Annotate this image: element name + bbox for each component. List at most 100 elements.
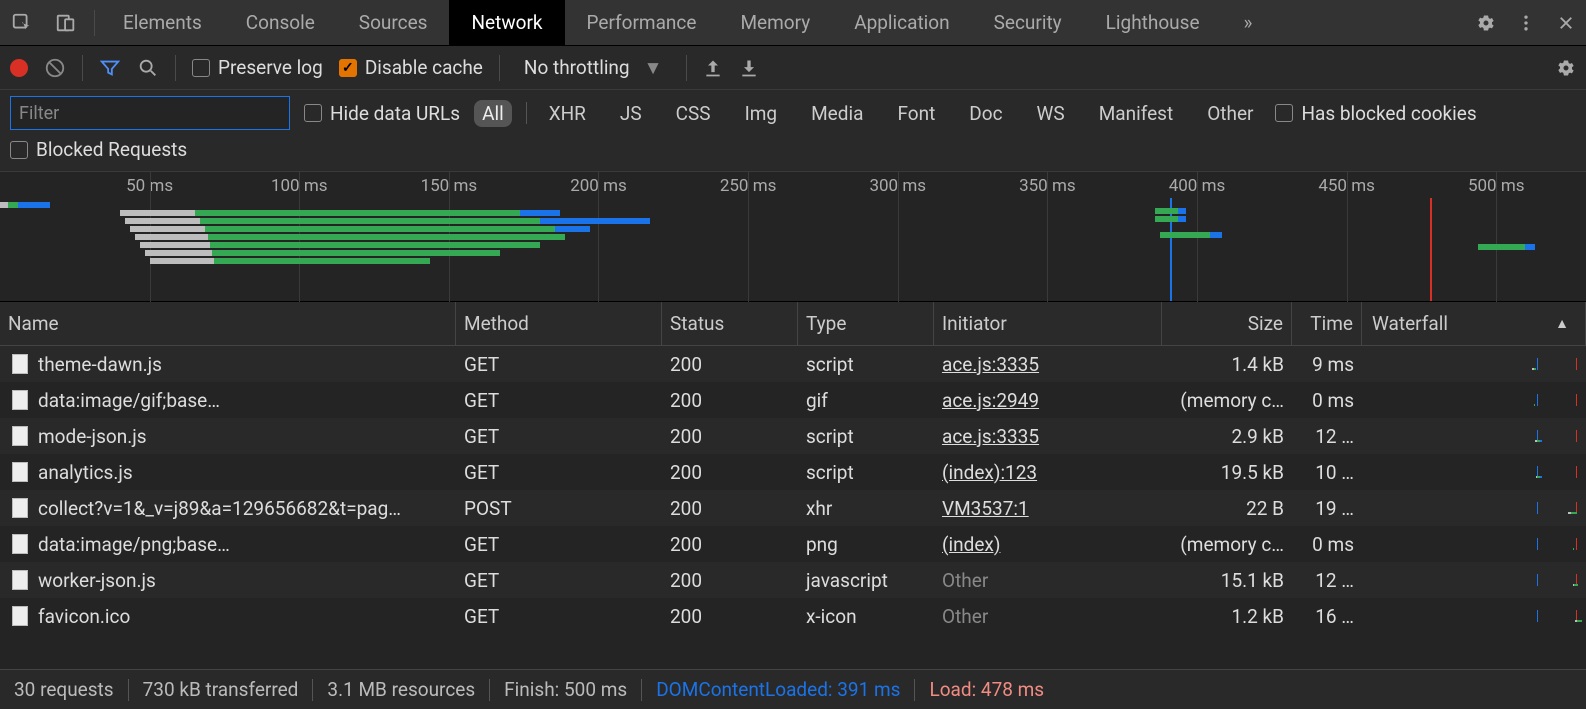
- column-name[interactable]: Name: [0, 302, 456, 345]
- hide-data-urls-checkbox[interactable]: Hide data URLs: [304, 102, 460, 125]
- panel-tab-performance[interactable]: Performance: [565, 0, 719, 45]
- timeline-overview[interactable]: 50 ms100 ms150 ms200 ms250 ms300 ms350 m…: [0, 172, 1586, 302]
- inspect-element-icon[interactable]: [0, 0, 44, 45]
- request-initiator[interactable]: ace.js:2949: [942, 389, 1039, 412]
- request-type: javascript: [798, 563, 934, 598]
- panel-tab-security[interactable]: Security: [972, 0, 1084, 45]
- separator: [94, 10, 95, 36]
- request-size: 2.9 kB: [1162, 419, 1292, 454]
- separator: [128, 679, 129, 701]
- sort-ascending-icon: ▲: [1555, 315, 1569, 332]
- file-icon: [12, 462, 28, 482]
- clear-button[interactable]: [44, 57, 66, 79]
- file-icon: [12, 354, 28, 374]
- request-name: data:image/gif;base…: [38, 389, 220, 412]
- request-type: script: [798, 347, 934, 382]
- column-type[interactable]: Type: [798, 302, 934, 345]
- column-status[interactable]: Status: [662, 302, 798, 345]
- throttling-select[interactable]: No throttling ▼: [516, 56, 671, 80]
- table-row[interactable]: theme-dawn.jsGET200scriptace.js:33351.4 …: [0, 346, 1586, 382]
- upload-har-icon[interactable]: [703, 58, 723, 78]
- request-method: GET: [456, 563, 662, 598]
- request-initiator[interactable]: (index):123: [942, 461, 1037, 484]
- column-method[interactable]: Method: [456, 302, 662, 345]
- request-initiator[interactable]: ace.js:3335: [942, 353, 1039, 376]
- separator: [641, 679, 642, 701]
- filter-toggle-icon[interactable]: [99, 57, 121, 79]
- column-size[interactable]: Size: [1162, 302, 1292, 345]
- panel-tab-console[interactable]: Console: [224, 0, 337, 45]
- request-size: (memory c…: [1162, 527, 1292, 562]
- column-waterfall[interactable]: Waterfall ▲: [1362, 302, 1586, 345]
- panel-tab-lighthouse[interactable]: Lighthouse: [1084, 0, 1222, 45]
- panel-tab-elements[interactable]: Elements: [101, 0, 224, 45]
- panel-tab-application[interactable]: Application: [832, 0, 971, 45]
- status-domcontentloaded: DOMContentLoaded: 391 ms: [656, 678, 900, 701]
- blocked-requests-checkbox[interactable]: Blocked Requests: [10, 138, 187, 161]
- table-row[interactable]: worker-json.jsGET200javascriptOther15.1 …: [0, 562, 1586, 598]
- disable-cache-checkbox[interactable]: Disable cache: [339, 56, 483, 79]
- request-initiator[interactable]: ace.js:3335: [942, 425, 1039, 448]
- column-initiator[interactable]: Initiator: [934, 302, 1162, 345]
- table-row[interactable]: analytics.jsGET200script(index):12319.5 …: [0, 454, 1586, 490]
- filter-type-css[interactable]: CSS: [668, 100, 719, 127]
- request-initiator: Other: [942, 605, 988, 628]
- filter-type-doc[interactable]: Doc: [961, 100, 1010, 127]
- table-row[interactable]: data:image/png;base…GET200png(index)(mem…: [0, 526, 1586, 562]
- download-har-icon[interactable]: [739, 58, 759, 78]
- record-button[interactable]: [10, 59, 28, 77]
- table-row[interactable]: collect?v=1&_v=j89&a=129656682&t=pag…POS…: [0, 490, 1586, 526]
- request-type: png: [798, 527, 934, 562]
- device-toolbar-icon[interactable]: [44, 0, 88, 45]
- request-initiator[interactable]: VM3537:1: [942, 497, 1029, 520]
- filter-type-media[interactable]: Media: [803, 100, 871, 127]
- filter-type-manifest[interactable]: Manifest: [1091, 100, 1182, 127]
- request-waterfall: [1362, 430, 1586, 442]
- column-waterfall-label: Waterfall: [1372, 312, 1448, 335]
- separator: [914, 679, 915, 701]
- request-time: 0 ms: [1292, 527, 1362, 562]
- table-row[interactable]: data:image/gif;base…GET200giface.js:2949…: [0, 382, 1586, 418]
- request-status: 200: [662, 347, 798, 382]
- filter-type-js[interactable]: JS: [612, 100, 650, 127]
- request-initiator[interactable]: (index): [942, 533, 1000, 556]
- separator: [82, 55, 83, 81]
- panel-tab-memory[interactable]: Memory: [718, 0, 832, 45]
- table-row[interactable]: mode-json.jsGET200scriptace.js:33352.9 k…: [0, 418, 1586, 454]
- preserve-log-label: Preserve log: [218, 56, 323, 79]
- request-waterfall: [1362, 358, 1586, 370]
- filter-type-xhr[interactable]: XHR: [541, 100, 594, 127]
- request-name: theme-dawn.js: [38, 353, 162, 376]
- preserve-log-checkbox[interactable]: Preserve log: [192, 56, 323, 79]
- request-method: GET: [456, 419, 662, 454]
- filter-type-ws[interactable]: WS: [1029, 100, 1073, 127]
- separator: [686, 55, 687, 81]
- network-settings-icon[interactable]: [1556, 58, 1576, 78]
- request-initiator: Other: [942, 569, 988, 592]
- filter-input[interactable]: [10, 96, 290, 130]
- filter-type-font[interactable]: Font: [889, 100, 943, 127]
- request-status: 200: [662, 599, 798, 634]
- request-type: script: [798, 455, 934, 490]
- request-waterfall: [1362, 394, 1586, 406]
- panel-tab-network[interactable]: Network: [449, 0, 564, 45]
- panel-tab-sources[interactable]: Sources: [337, 0, 450, 45]
- filter-bar: Hide data URLs All XHR JS CSS Img Media Font Do…: [0, 90, 1586, 134]
- table-row[interactable]: favicon.icoGET200x-iconOther1.2 kB16 …: [0, 598, 1586, 634]
- has-blocked-cookies-checkbox[interactable]: Has blocked cookies: [1275, 102, 1476, 125]
- filter-type-img[interactable]: Img: [737, 100, 786, 127]
- more-panels-button[interactable]: »: [1222, 0, 1275, 45]
- request-size: 1.4 kB: [1162, 347, 1292, 382]
- filter-type-all[interactable]: All: [474, 100, 512, 127]
- search-icon[interactable]: [137, 57, 159, 79]
- request-type: gif: [798, 383, 934, 418]
- column-time[interactable]: Time: [1292, 302, 1362, 345]
- request-name: favicon.ico: [38, 605, 130, 628]
- file-icon: [12, 570, 28, 590]
- close-devtools-icon[interactable]: [1546, 0, 1586, 45]
- filter-bar-2: Blocked Requests: [0, 134, 1586, 172]
- filter-type-other[interactable]: Other: [1199, 100, 1261, 127]
- kebab-menu-icon[interactable]: [1506, 0, 1546, 45]
- settings-icon[interactable]: [1466, 0, 1506, 45]
- overview-bar: [0, 216, 1586, 222]
